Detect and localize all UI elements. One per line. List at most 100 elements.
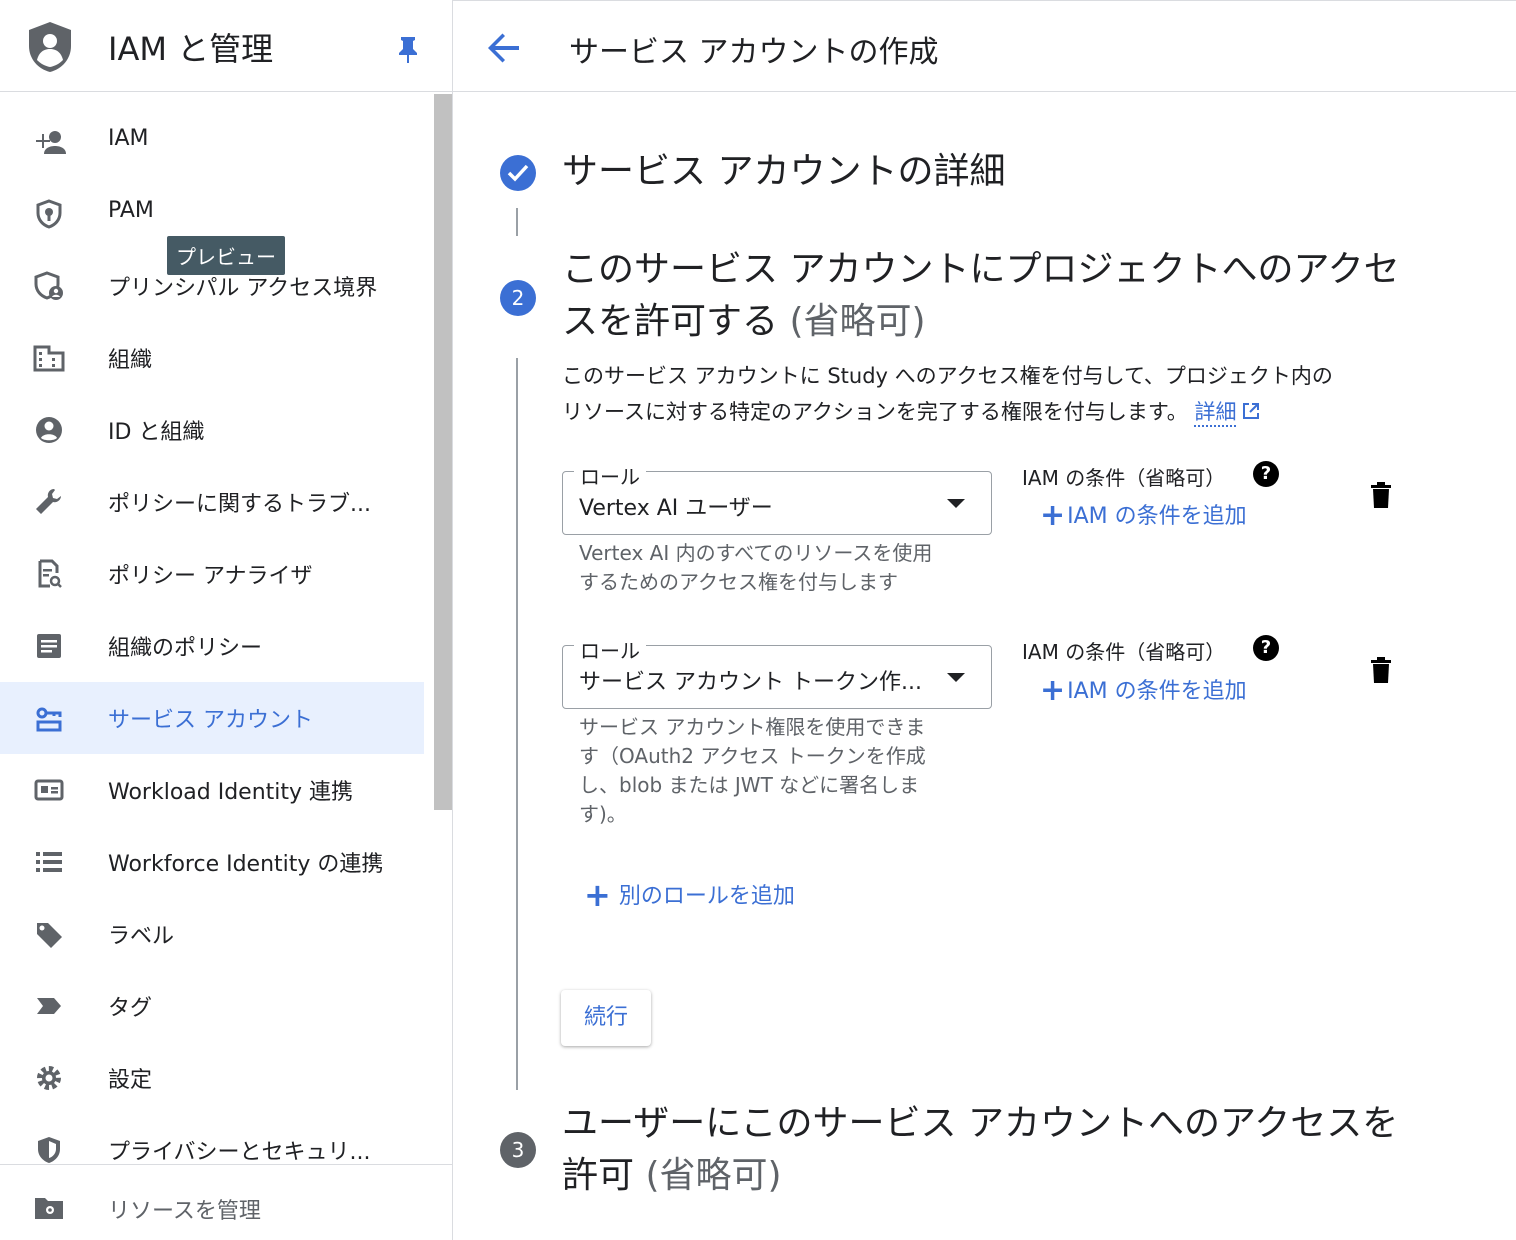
add-role-label: 別のロールを追加 xyxy=(618,884,795,909)
add-another-role-button[interactable]: + 別のロールを追加 xyxy=(584,876,795,914)
step-2-number: 2 xyxy=(500,280,536,316)
sidebar-item-organization[interactable]: 組織 xyxy=(0,322,424,394)
sidebar-item-tags[interactable]: タグ xyxy=(0,970,424,1042)
iam-condition-label-1: IAM の条件（省略可） xyxy=(1022,466,1226,490)
role-2-help-line3: し、blob または JWT などに署名しま xyxy=(579,773,920,797)
role-select-2-value: サービス アカウント トークン作... xyxy=(579,670,922,695)
account-circle-icon xyxy=(32,414,66,446)
description-line2: リソースに対する特定のアクションを完了する権限を付与します。 xyxy=(562,400,1188,424)
delete-role-1-trash-icon[interactable] xyxy=(1369,481,1393,509)
sidebar-item-labels[interactable]: ラベル xyxy=(0,898,424,970)
step-3-optional: (省略可) xyxy=(645,1155,782,1196)
sidebar-item-label: プライバシーとセキュリ... xyxy=(108,1140,371,1165)
step-2-content-line xyxy=(516,358,518,1090)
sidebar-item-label: PAM xyxy=(108,198,154,223)
role-1-help-line2: するためのアクセス権を付与します xyxy=(579,570,898,594)
step-1-title[interactable]: サービス アカウントの詳細 xyxy=(562,146,1005,198)
step-3-title[interactable]: ユーザーにこのサービス アカウントへのアクセスを 許可 (省略可) xyxy=(562,1098,1398,1202)
list-icon xyxy=(32,846,66,878)
person-add-icon xyxy=(32,126,66,158)
continue-button[interactable]: 続行 xyxy=(561,990,651,1046)
step-3-number: 3 xyxy=(500,1132,536,1168)
folder-gear-icon xyxy=(35,1198,63,1219)
document-icon xyxy=(32,630,66,662)
sidebar-item-label: タグ xyxy=(108,996,153,1021)
step-2-description: このサービス アカウントに Study へのアクセス権を付与して、プロジェクト内… xyxy=(562,358,1422,430)
shield-key-icon xyxy=(32,198,66,230)
sidebar-item-policy-troubleshooter[interactable]: ポリシーに関するトラブ... xyxy=(0,466,424,538)
main-header: サービス アカウントの作成 xyxy=(453,0,1516,92)
pin-icon[interactable] xyxy=(394,34,422,64)
sidebar-scrollbar[interactable] xyxy=(434,94,452,810)
role-2-help-line4: す)。 xyxy=(579,802,627,826)
sidebar-item-label: ポリシー アナライザ xyxy=(108,564,313,589)
dropdown-caret-icon xyxy=(947,673,965,682)
sidebar-item-label: 組織 xyxy=(108,348,153,373)
add-iam-condition-button-2[interactable]: +IAM の条件を追加 xyxy=(1040,673,1247,708)
sidebar-item-workforce-identity[interactable]: Workforce Identity の連携 xyxy=(0,826,424,898)
delete-role-2-trash-icon[interactable] xyxy=(1369,656,1393,684)
sidebar-item-identity-and-org[interactable]: ID と組織 xyxy=(0,394,424,466)
iam-condition-label-2: IAM の条件（省略可） xyxy=(1022,640,1226,664)
shield-icon xyxy=(32,1134,66,1166)
role-1-help-line1: Vertex AI 内のすべてのリソースを使用 xyxy=(579,541,933,565)
sidebar-item-label: ラベル xyxy=(108,924,175,949)
step-3-title-line1: ユーザーにこのサービス アカウントへのアクセスを xyxy=(562,1103,1399,1144)
step-connector-line xyxy=(516,208,518,236)
sidebar-header: IAM と管理 xyxy=(0,0,452,92)
label-chevron-icon xyxy=(32,990,66,1022)
role-select-2-legend: ロール xyxy=(574,635,646,664)
role-select-1-legend: ロール xyxy=(574,461,646,490)
sidebar-item-settings[interactable]: 設定 xyxy=(0,1042,424,1114)
external-link-icon xyxy=(1242,403,1259,419)
sidebar-item-workload-identity[interactable]: Workload Identity 連携 xyxy=(0,754,424,826)
plus-icon: + xyxy=(584,876,611,914)
sidebar-item-org-policies[interactable]: 組織のポリシー xyxy=(0,610,424,682)
sidebar-item-label: IAM xyxy=(108,126,149,151)
service-account-icon xyxy=(32,702,66,734)
help-icon[interactable]: ? xyxy=(1253,461,1279,487)
sidebar-item-label: Workforce Identity の連携 xyxy=(108,852,384,877)
role-2-help-line1: サービス アカウント権限を使用できま xyxy=(579,715,926,739)
sidebar-item-label: 組織のポリシー xyxy=(108,636,263,661)
sidebar-item-label: ID と組織 xyxy=(108,420,205,445)
wrench-icon xyxy=(32,486,66,518)
sidebar-item-iam[interactable]: IAM xyxy=(0,106,424,178)
sidebar-item-label: サービス アカウント xyxy=(108,708,313,733)
id-card-icon xyxy=(32,774,66,806)
preview-badge: プレビュー xyxy=(167,236,285,275)
sidebar-item-policy-analyzer[interactable]: ポリシー アナライザ xyxy=(0,538,424,610)
page-title: サービス アカウントの作成 xyxy=(569,35,939,70)
help-icon[interactable]: ? xyxy=(1253,635,1279,661)
plus-icon: + xyxy=(1040,498,1066,533)
description-line1: このサービス アカウントに Study へのアクセス権を付与して、プロジェクト内… xyxy=(562,364,1333,388)
manage-resources-label: リソースを管理 xyxy=(108,1199,261,1224)
details-link[interactable]: 詳細 xyxy=(1195,400,1261,424)
step-2-title-line2: スを許可する xyxy=(562,301,779,342)
plus-icon: + xyxy=(1040,673,1066,708)
role-2-help-line2: す（OAuth2 アクセス トークンを作成 xyxy=(579,744,926,768)
sidebar-item-label: 設定 xyxy=(108,1068,153,1093)
details-link-label: 詳細 xyxy=(1194,400,1237,424)
sidebar: IAM と管理 IAM PAM プリンシパル アクセス境界 組織 ID と組織 … xyxy=(0,0,453,1240)
step-1-complete-check-icon xyxy=(500,155,536,191)
step-3-title-line2: 許可 xyxy=(562,1155,635,1196)
role-1-help-text: Vertex AI 内のすべてのリソースを使用 するためのアクセス権を付与します xyxy=(579,539,959,597)
sidebar-item-label: Workload Identity 連携 xyxy=(108,780,354,805)
gear-icon xyxy=(32,1062,66,1094)
add-iam-condition-button-1[interactable]: +IAM の条件を追加 xyxy=(1040,498,1247,533)
back-arrow-icon[interactable] xyxy=(485,29,523,67)
sidebar-item-label: ポリシーに関するトラブ... xyxy=(108,492,371,517)
dropdown-caret-icon xyxy=(947,499,965,508)
step-2-title: このサービス アカウントにプロジェクトへのアクセ スを許可する (省略可) xyxy=(562,244,1400,348)
shield-person-icon xyxy=(32,270,66,302)
doc-search-icon xyxy=(32,558,66,590)
step-2-optional: (省略可) xyxy=(789,301,926,342)
tag-icon xyxy=(32,918,66,950)
role-2-help-text: サービス アカウント権限を使用できま す（OAuth2 アクセス トークンを作成… xyxy=(579,713,959,829)
step-2-title-line1: このサービス アカウントにプロジェクトへのアクセ xyxy=(562,249,1400,290)
building-icon xyxy=(32,342,66,374)
role-select-1-value: Vertex AI ユーザー xyxy=(579,496,773,521)
sidebar-item-service-accounts[interactable]: サービス アカウント xyxy=(0,682,424,754)
sidebar-footer-manage-resources[interactable]: リソースを管理 xyxy=(0,1164,452,1240)
